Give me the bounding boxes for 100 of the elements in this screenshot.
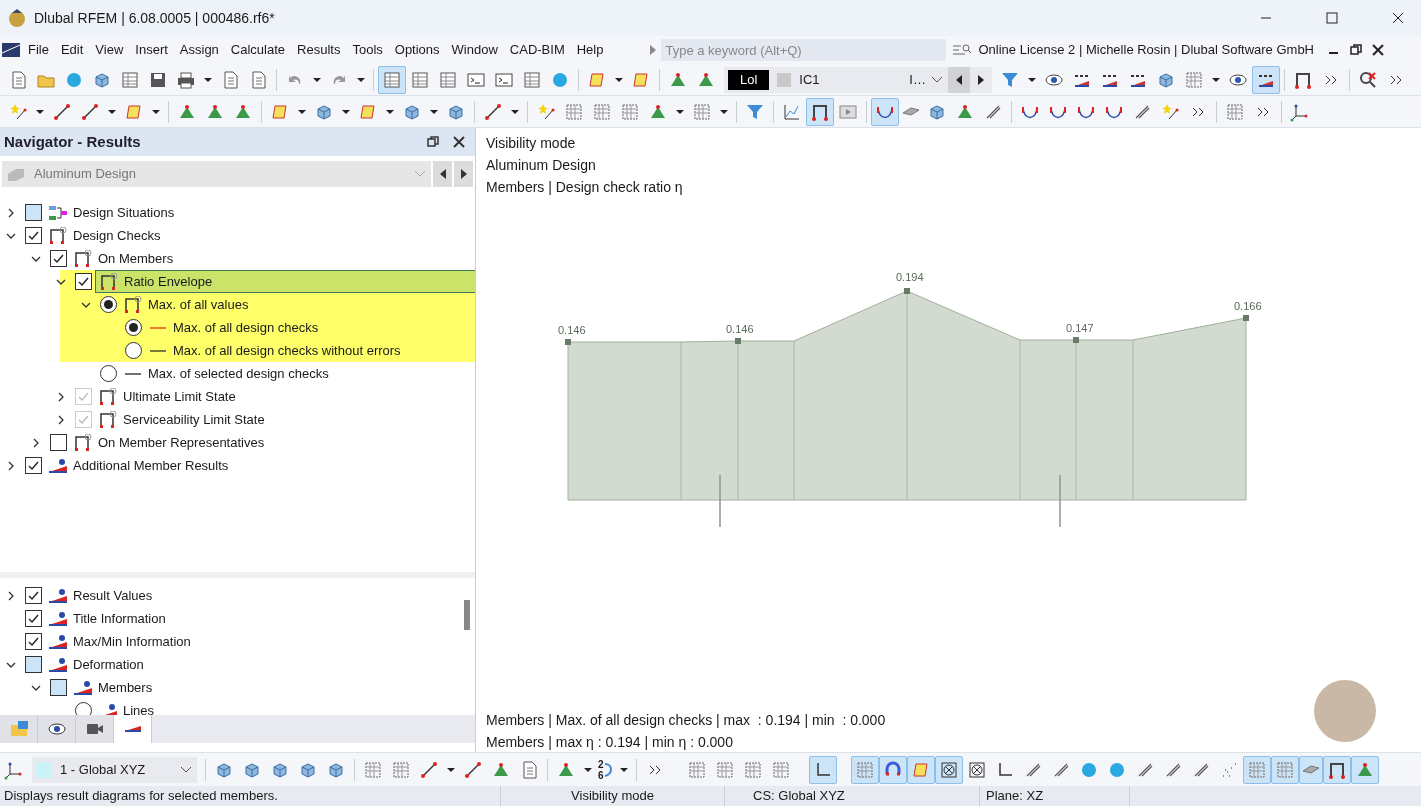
tree-item-label[interactable]: Additional Member Results [73,455,229,476]
toolbar-button[interactable] [1252,65,1280,94]
checkbox[interactable] [25,587,42,604]
checkbox[interactable] [50,250,67,267]
design-situations-icon [48,203,68,222]
tree-item-label[interactable]: On Members [98,248,174,269]
search-icon [1358,69,1378,90]
menu-item[interactable]: Assign [173,40,225,60]
tree-item-label[interactable]: Max/Min Information [73,631,191,652]
frame-icon [123,295,143,314]
menu-item[interactable]: Window [445,40,504,60]
menu-item[interactable]: Insert [129,40,174,60]
tree-item-label[interactable]: Design Situations [73,202,175,223]
tree-item-label[interactable]: On Member Representatives [98,432,265,453]
caret-icon [430,109,438,114]
menu-item[interactable]: CAD-BIM [503,40,571,60]
tree-item-label[interactable]: Members [98,677,153,698]
line-icon [52,101,72,122]
top-number: 2 [598,758,604,770]
scrollbar-thumb[interactable] [464,600,470,630]
module-select[interactable]: Aluminum Design [2,161,431,187]
radio-button[interactable] [125,342,142,359]
maximize-icon [1326,12,1338,24]
close-icon[interactable] [453,136,465,148]
result-diagram-icon [48,634,68,649]
checkmark-icon [53,254,64,263]
caret-icon [1212,77,1220,82]
tree-item-label[interactable]: Design Checks [73,225,161,246]
menu-item[interactable]: View [89,40,130,60]
menu-item[interactable]: Help [570,40,610,60]
tree-item-label[interactable]: Lines [123,700,155,715]
menu-item[interactable]: Options [388,40,446,60]
search-field[interactable]: Type a keyword (Alt+Q) [661,39,947,61]
menu-item[interactable]: Tools [346,40,389,60]
menu-item[interactable]: File [22,40,55,60]
toolbar-button[interactable] [806,97,834,126]
table-icon [382,69,402,90]
checkmark-icon [28,461,39,470]
radio-button[interactable] [75,702,92,715]
checkbox[interactable] [25,457,42,474]
checkmark-icon [28,591,39,600]
viewport-info-text: Members | Design check ratio η [486,178,683,197]
coordinate-system-select[interactable]: 1 - Global XYZ [32,756,197,783]
radio-button[interactable] [125,319,142,336]
folder-icon [8,719,29,739]
checkmark-icon [78,277,89,286]
bottom-number: 6 [598,769,604,781]
checkbox[interactable] [75,273,92,290]
previous-button[interactable] [433,161,452,187]
printer-icon [176,69,196,90]
diagram-value-label: 0.166 [1234,300,1262,312]
restore-icon[interactable] [427,136,439,148]
line-icon [483,101,503,122]
grid-icon [686,759,707,780]
toolbar-button[interactable] [1322,755,1351,784]
grid-icon [1184,69,1204,90]
line-icon [80,101,100,122]
combination-label: IC1 [798,70,821,89]
next-button[interactable] [454,161,473,187]
checkbox[interactable] [25,633,42,650]
frame-icon [48,226,68,245]
app-menu-icon[interactable] [2,43,20,57]
close-icon[interactable] [1372,44,1384,56]
status-plane: Plane: XZ [980,786,1130,806]
checkbox[interactable] [50,434,67,451]
radio-button[interactable] [100,296,117,313]
navigator-tab[interactable] [38,715,76,743]
result-diagram-icon [73,680,93,695]
checkbox[interactable] [25,204,42,221]
navigator-tab[interactable] [76,715,114,743]
beam-icon [6,166,26,182]
cross-square-icon [966,759,987,780]
chevron-down-icon [930,74,944,85]
caret-icon [584,767,592,772]
tree-item-label[interactable]: Title Information [73,608,166,629]
toolbar-button[interactable] [808,755,837,784]
caret-icon [619,767,628,772]
checkbox[interactable] [25,227,42,244]
checkbox[interactable] [50,679,67,696]
caret-icon [511,109,519,114]
checkbox[interactable] [25,656,42,673]
tree-item-label[interactable]: Result Values [73,585,153,606]
load-selector[interactable]: Lol IC1 I… [724,66,992,93]
option-label: I… [908,70,927,89]
caret-icon [447,767,455,772]
tree-item-label[interactable]: Deformation [73,654,144,675]
menu-item[interactable]: Calculate [224,40,292,60]
tree-item-label[interactable]: Max. of selected design checks [148,363,329,384]
toolbar-button[interactable] [934,755,963,784]
result-diagram-icon [48,611,68,626]
caret-icon [357,77,365,82]
menu-item[interactable]: Edit [54,40,90,60]
radio-button[interactable] [100,365,117,382]
restore-icon[interactable] [1350,44,1362,56]
menu-item[interactable]: Results [291,40,347,60]
caret-icon [615,77,623,82]
grid-icon [1225,101,1245,122]
checkbox[interactable] [25,610,42,627]
previous-button[interactable] [948,66,970,93]
numbering-button[interactable]: 2 6 [596,755,616,784]
